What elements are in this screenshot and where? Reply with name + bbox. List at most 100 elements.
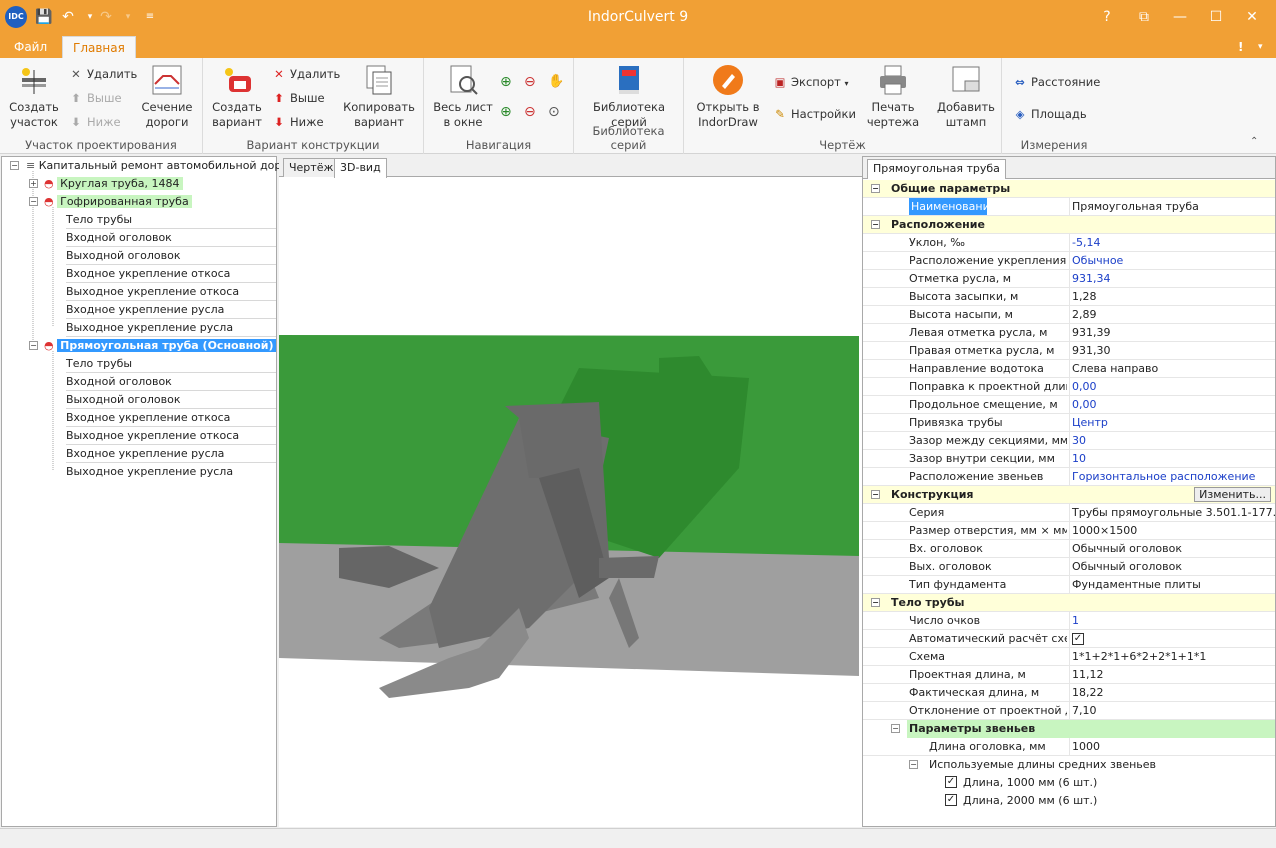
length-1000-row[interactable]: ✓ Длина, 1000 мм (6 шт.) [863, 774, 1275, 792]
tree-child[interactable]: Входной оголовок [66, 229, 276, 247]
export-button[interactable]: ▣ Экспорт ▾ [772, 72, 849, 92]
delete-section-button[interactable]: ✕ Удалить [68, 64, 137, 84]
prop-row[interactable]: Размер отверстия, мм × мм 1000×1500 [863, 522, 1275, 540]
length-2000-checkbox[interactable]: ✓ [945, 794, 957, 806]
prop-row[interactable]: Длина оголовка, мм 1000 [863, 738, 1275, 756]
variant-up-button[interactable]: ⬆ Выше [271, 88, 324, 108]
tree-child[interactable]: Тело трубы [66, 355, 276, 373]
prop-value[interactable]: Обычный оголовок [1069, 558, 1275, 575]
alert-dropdown-icon[interactable]: ▾ [1258, 36, 1268, 58]
tree-item-3-collapse-icon[interactable]: − [29, 341, 38, 350]
zoom-in-step-icon[interactable]: ⊕ [500, 102, 512, 122]
tree-root[interactable]: ≡ Капитальный ремонт автомобильной дор… [26, 157, 292, 175]
tree-child[interactable]: Входное укрепление откоса [66, 409, 276, 427]
prop-row[interactable]: Автоматический расчёт схемы ✓ [863, 630, 1275, 648]
prop-row[interactable]: Зазор между секциями, мм 30 [863, 432, 1275, 450]
prop-row[interactable]: Высота насыпи, м 2,89 [863, 306, 1275, 324]
prop-value[interactable]: 1*1+2*1+6*2+2*1+1*1 [1069, 648, 1275, 665]
prop-value[interactable]: 30 [1069, 432, 1275, 449]
prop-value[interactable]: 931,39 [1069, 324, 1275, 341]
tree-child[interactable]: Выходное укрепление откоса [66, 427, 276, 445]
prop-row[interactable]: Отметка русла, м 931,34 [863, 270, 1275, 288]
cat-general[interactable]: − Общие параметры [863, 180, 1275, 198]
open-indordraw-button[interactable]: Открыть в IndorDraw [692, 64, 764, 130]
prop-value[interactable]: Центр [1069, 414, 1275, 431]
prop-value[interactable]: Фундаментные плиты [1069, 576, 1275, 593]
prop-row[interactable]: Продольное смещение, м 0,00 [863, 396, 1275, 414]
prop-name-row[interactable]: Наименование Прямоугольная труба [863, 198, 1275, 216]
cat-location[interactable]: − Расположение [863, 216, 1275, 234]
tree-child[interactable]: Выходное укрепление русла [66, 463, 276, 481]
prop-value[interactable]: Горизонтальное расположение [1069, 468, 1275, 485]
prop-row[interactable]: Серия Трубы прямоугольные 3.501.1-177.93 [863, 504, 1275, 522]
create-section-button[interactable]: Создать участок [6, 64, 62, 130]
used-lengths-row[interactable]: − Используемые длины средних звеньев [863, 756, 1275, 774]
tree-child[interactable]: Входной оголовок [66, 373, 276, 391]
cat-body[interactable]: − Тело трубы [863, 594, 1275, 612]
prop-value[interactable]: Обычное [1069, 252, 1275, 269]
3d-viewport[interactable] [279, 178, 862, 827]
auto-scheme-checkbox[interactable]: ✓ [1072, 633, 1084, 645]
prop-row[interactable]: Уклон, ‰ -5,14 [863, 234, 1275, 252]
prop-row[interactable]: Вых. оголовок Обычный оголовок [863, 558, 1275, 576]
length-2000-row[interactable]: ✓ Длина, 2000 мм (6 шт.) [863, 792, 1275, 810]
prop-value[interactable]: 0,00 [1069, 396, 1275, 413]
prop-row[interactable]: Число очков 1 [863, 612, 1275, 630]
collapse-ribbon-icon[interactable]: ⌃ [1250, 136, 1258, 147]
tree-child[interactable]: Выходное укрепление русла [66, 319, 276, 337]
tree-item-2-collapse-icon[interactable]: − [29, 197, 38, 206]
prop-value[interactable]: Обычный оголовок [1069, 540, 1275, 557]
ribbon-display-button[interactable]: ⧉ [1126, 4, 1162, 30]
prop-row[interactable]: Зазор внутри секции, мм 10 [863, 450, 1275, 468]
prop-value[interactable]: 931,30 [1069, 342, 1275, 359]
close-button[interactable]: ✕ [1234, 4, 1270, 30]
series-library-button[interactable]: Библиотека серий [584, 64, 674, 130]
prop-row[interactable]: Расположение звеньев Горизонтальное распо… [863, 468, 1275, 486]
prop-row[interactable]: Расположение укрепления откосовОбычное [863, 252, 1275, 270]
maximize-button[interactable]: ☐ [1198, 4, 1234, 30]
prop-value[interactable]: 18,22 [1069, 684, 1275, 701]
prop-value[interactable]: 1000 [1069, 738, 1275, 755]
prop-row[interactable]: Правая отметка русла, м 931,30 [863, 342, 1275, 360]
subcat-links[interactable]: − Параметры звеньев [863, 720, 1275, 738]
tree-item-round-pipe[interactable]: ◓ Круглая труба, 1484 [44, 175, 276, 193]
prop-value[interactable]: 1 [1069, 612, 1275, 629]
add-stamp-button[interactable]: Добавить штамп [934, 64, 998, 130]
tree-child[interactable]: Тело трубы [66, 211, 276, 229]
zoom-window-icon[interactable]: ⊙ [548, 102, 560, 122]
prop-row[interactable]: Привязка трубы Центр [863, 414, 1275, 432]
prop-row[interactable]: Отклонение от проектной длины, м7,10 [863, 702, 1275, 720]
prop-value[interactable]: Слева направо [1069, 360, 1275, 377]
tab-file[interactable]: Файл [4, 36, 57, 58]
tab-rect-pipe[interactable]: Прямоугольная труба [867, 159, 1006, 179]
fit-page-button[interactable]: Весь лист в окне [432, 64, 494, 130]
prop-row[interactable]: Проектная длина, м 11,12 [863, 666, 1275, 684]
zoom-out-icon[interactable]: ⊖ [524, 72, 536, 92]
prop-row[interactable]: Высота засыпки, м 1,28 [863, 288, 1275, 306]
minimize-button[interactable]: — [1162, 4, 1198, 30]
change-construction-button[interactable]: Изменить... [1194, 487, 1271, 502]
prop-row[interactable]: Вх. оголовок Обычный оголовок [863, 540, 1275, 558]
copy-variant-button[interactable]: Копировать вариант [343, 64, 415, 130]
pan-hand-icon[interactable]: ✋ [548, 72, 564, 92]
delete-variant-button[interactable]: ✕ Удалить [271, 64, 340, 84]
prop-row[interactable]: Направление водотока Слева направо [863, 360, 1275, 378]
prop-value[interactable]: 1,28 [1069, 288, 1275, 305]
prop-row[interactable]: Левая отметка русла, м 931,39 [863, 324, 1275, 342]
prop-value[interactable]: 10 [1069, 450, 1275, 467]
prop-name-value[interactable]: Прямоугольная труба [1069, 198, 1275, 215]
prop-row[interactable]: Тип фундамента Фундаментные плиты [863, 576, 1275, 594]
tree-item-1-expand-icon[interactable]: + [29, 179, 38, 188]
variant-down-button[interactable]: ⬇ Ниже [271, 112, 323, 132]
tree-child[interactable]: Выходное укрепление откоса [66, 283, 276, 301]
tree-child[interactable]: Входное укрепление русла [66, 301, 276, 319]
prop-value[interactable]: 2,89 [1069, 306, 1275, 323]
tree-child[interactable]: Выходной оголовок [66, 391, 276, 409]
tree-child[interactable]: Входное укрепление откоса [66, 265, 276, 283]
prop-row[interactable]: Фактическая длина, м 18,22 [863, 684, 1275, 702]
road-section-button[interactable]: Сечение дороги [138, 64, 196, 130]
area-button[interactable]: ◈ Площадь [1012, 104, 1087, 124]
tree-item-rect-pipe[interactable]: ◓ Прямоугольная труба (Основной) [44, 337, 277, 355]
prop-value[interactable]: Трубы прямоугольные 3.501.1-177.93 [1069, 504, 1275, 521]
distance-button[interactable]: ⇔ Расстояние [1012, 72, 1100, 92]
